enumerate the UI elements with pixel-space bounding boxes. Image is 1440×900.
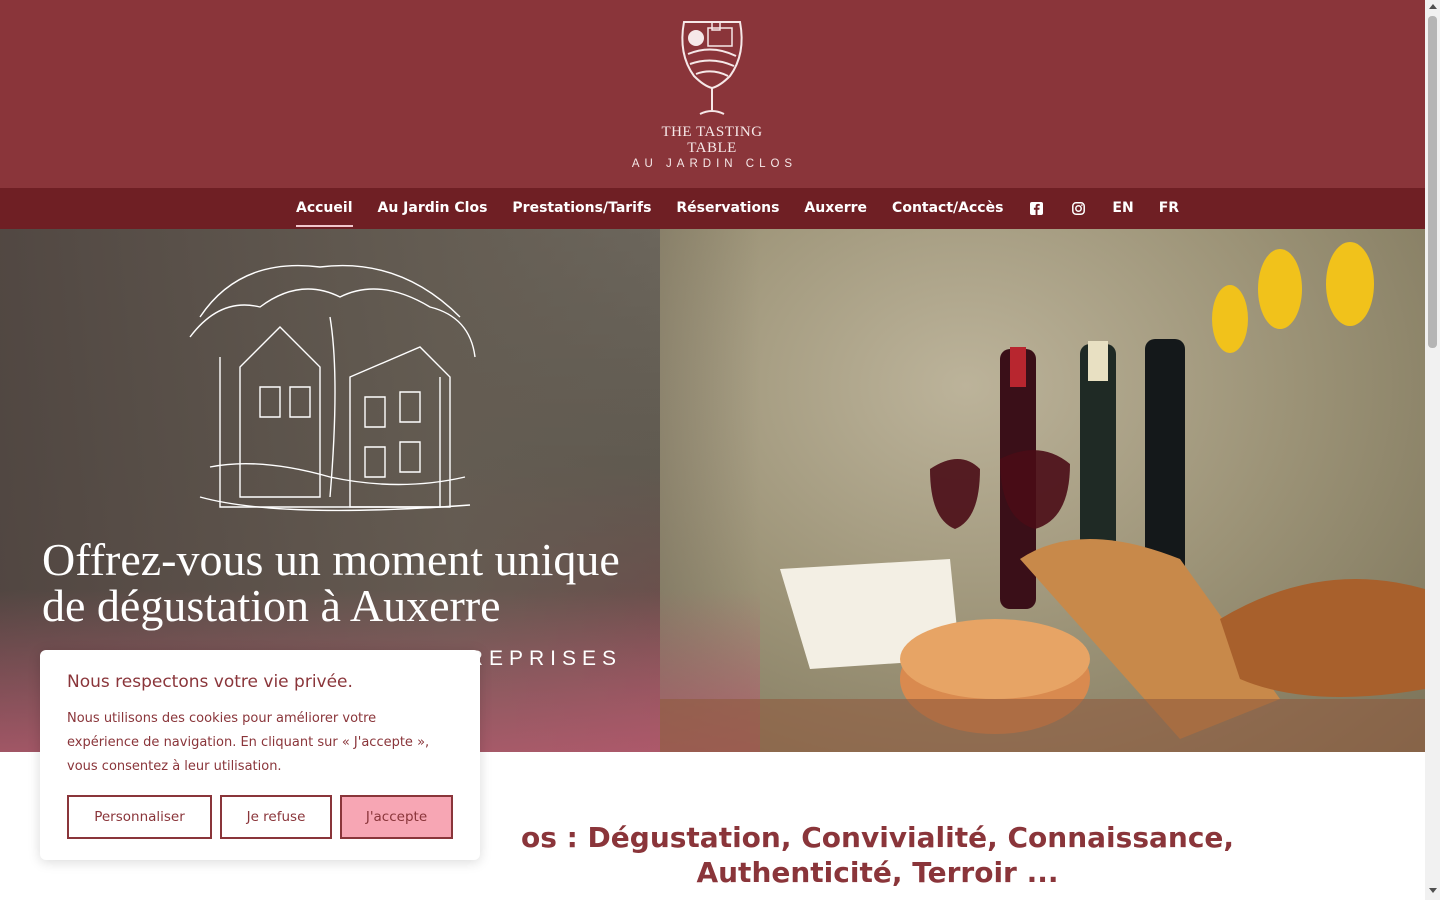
brand-line-1: THE TASTING <box>661 124 763 140</box>
cookie-consent-banner: Nous respectons votre vie privée. Nous u… <box>40 650 480 860</box>
hero-title: Offrez-vous un moment unique de dégustat… <box>42 534 620 631</box>
nav-item-contact-acces[interactable]: Contact/Accès <box>892 188 1003 229</box>
scroll-up-arrow-icon[interactable] <box>1429 4 1437 9</box>
main-nav: Accueil Au Jardin Clos Prestations/Tarif… <box>0 188 1425 229</box>
refuse-button[interactable]: Je refuse <box>220 795 332 839</box>
site-logo[interactable]: THE TASTING TABLE AU JARDIN CLOS <box>612 14 812 179</box>
nav-item-au-jardin-clos[interactable]: Au Jardin Clos <box>378 188 488 229</box>
cookie-text: Nous utilisons des cookies pour améliore… <box>67 711 430 774</box>
lang-fr-link[interactable]: FR <box>1159 188 1179 229</box>
nav-item-accueil[interactable]: Accueil <box>296 188 353 229</box>
brand-line-2: TABLE <box>687 140 737 156</box>
nav-item-auxerre[interactable]: Auxerre <box>804 188 867 229</box>
lang-en-link[interactable]: EN <box>1112 188 1133 229</box>
scroll-thumb[interactable] <box>1428 16 1437 348</box>
facebook-icon[interactable] <box>1030 188 1044 229</box>
instagram-icon[interactable] <box>1072 188 1086 229</box>
accept-button[interactable]: J'accepte <box>340 795 453 839</box>
nav-item-reservations[interactable]: Réservations <box>676 188 779 229</box>
nav-item-prestations-tarifs[interactable]: Prestations/Tarifs <box>512 188 651 229</box>
garden-sketch-illustration <box>189 264 476 512</box>
page: THE TASTING TABLE AU JARDIN CLOS Accueil… <box>0 0 1425 900</box>
hero-wine-cheese-photo <box>660 242 1425 752</box>
site-header: THE TASTING TABLE AU JARDIN CLOS <box>0 0 1425 188</box>
customize-button[interactable]: Personnaliser <box>67 795 212 839</box>
cookie-title: Nous respectons votre vie privée. <box>67 672 353 692</box>
nav-items: Accueil Au Jardin Clos Prestations/Tarif… <box>296 188 1179 229</box>
wine-glass-logo-icon <box>681 21 743 115</box>
scroll-down-arrow-icon[interactable] <box>1429 888 1437 893</box>
brand-line-3: AU JARDIN CLOS <box>631 158 798 170</box>
vertical-scrollbar[interactable] <box>1425 0 1440 900</box>
